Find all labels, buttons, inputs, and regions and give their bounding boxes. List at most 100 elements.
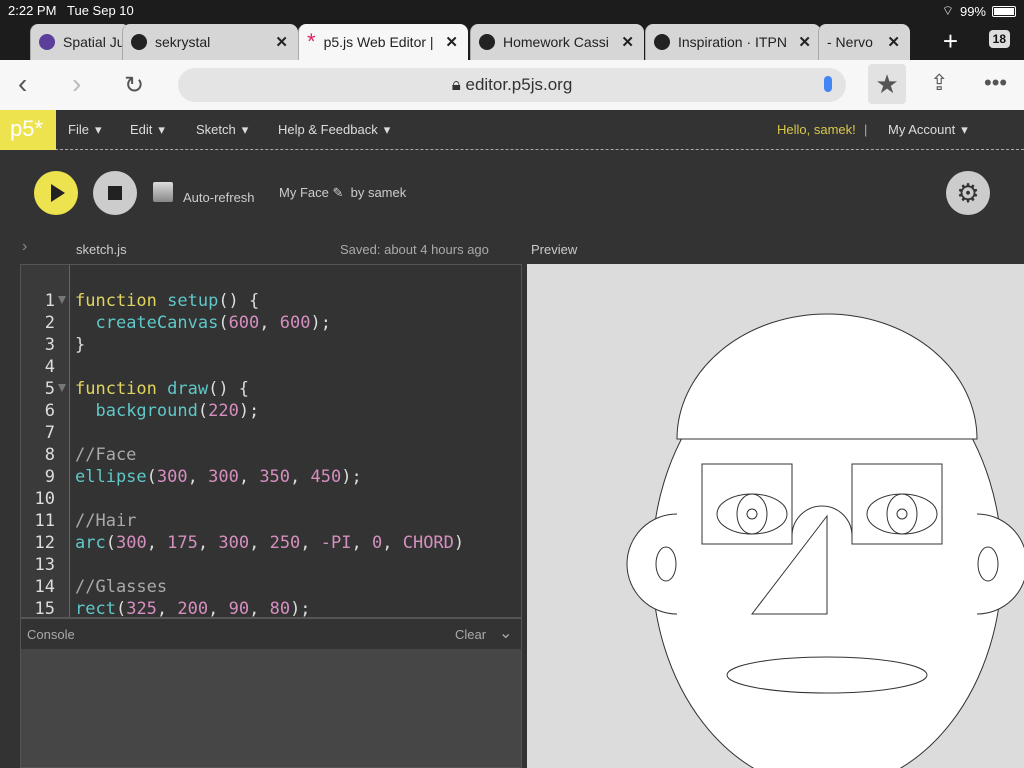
right-ear-inner	[977, 546, 999, 582]
more-button[interactable]: •••	[984, 70, 1007, 96]
fold-arrow-icon[interactable]	[58, 384, 66, 392]
console-clear-button[interactable]: Clear	[455, 627, 486, 642]
my-account-menu[interactable]: My Account ▾	[888, 122, 968, 138]
code-token: 600	[279, 313, 311, 333]
code-token: ,	[197, 533, 219, 553]
code-line[interactable]: 6 background(220);	[21, 401, 521, 423]
code-token: background	[95, 401, 198, 421]
reload-button[interactable]: ↻	[124, 71, 144, 100]
code-token: ,	[208, 599, 229, 618]
console-header: Console Clear ⌄	[21, 619, 521, 649]
close-tab-icon[interactable]: ✕	[275, 33, 288, 51]
code-text: }	[75, 335, 85, 355]
code-line[interactable]: 5 function draw() {	[21, 379, 521, 401]
code-line[interactable]: 3}	[21, 335, 521, 357]
code-line[interactable]: 15 rect(325, 200, 90, 80);	[21, 599, 521, 618]
tab-homework[interactable]: Homework Cassi ✕	[470, 24, 644, 60]
code-line[interactable]: 4	[21, 357, 521, 379]
code-line[interactable]: 8 //Face	[21, 445, 521, 467]
line-number: 12	[34, 533, 55, 553]
code-text: arc(300, 175, 300, 250, -PI, 0, CHORD)	[75, 533, 464, 553]
code-line[interactable]: 11 //Hair	[21, 511, 521, 533]
code-line[interactable]: 10	[21, 489, 521, 511]
code-line[interactable]: 12 arc(300, 175, 300, 250, -PI, 0, CHORD)	[21, 533, 521, 555]
close-tab-icon[interactable]: ✕	[445, 33, 458, 51]
preview-pane	[527, 264, 1024, 768]
code-token: ,	[238, 467, 260, 487]
line-number: 5	[44, 379, 55, 399]
expand-sidebar-icon[interactable]: ›	[22, 238, 27, 256]
code-token: 200	[177, 599, 209, 618]
code-editor[interactable]: 1 function setup() {2 createCanvas(600, 6…	[20, 264, 522, 618]
tab-spatial[interactable]: Spatial Ju	[30, 24, 130, 60]
back-button[interactable]: ‹	[18, 68, 27, 100]
code-token: );	[290, 599, 311, 618]
line-number: 3	[44, 335, 55, 355]
greeting: Hello, samek!	[777, 122, 856, 137]
auto-refresh-checkbox[interactable]	[153, 182, 173, 202]
github-icon	[654, 34, 670, 50]
tab-label: Spatial Ju	[63, 34, 125, 50]
status-bar: 2:22 PM Tue Sep 10 ⌔ 99%	[0, 0, 1024, 22]
code-text: //Face	[75, 445, 136, 465]
close-tab-icon[interactable]: ✕	[798, 33, 811, 51]
bookmark-star-button[interactable]: ★	[868, 64, 906, 104]
tab-sekrystal[interactable]: sekrystal ✕	[122, 24, 298, 60]
code-line[interactable]: 13	[21, 555, 521, 577]
code-token: 300	[115, 533, 147, 553]
code-token: //Face	[75, 445, 137, 465]
code-token: 600	[228, 313, 260, 333]
tab-label: p5.js Web Editor |	[323, 34, 434, 50]
close-tab-icon[interactable]: ✕	[887, 33, 900, 51]
share-button[interactable]: ⇪	[930, 70, 948, 96]
line-number: 11	[34, 511, 55, 531]
play-button[interactable]	[34, 171, 78, 215]
url-field[interactable]: 🔒︎ editor.p5js.org	[178, 68, 846, 102]
close-tab-icon[interactable]: ✕	[621, 33, 634, 51]
new-tab-button[interactable]: +	[943, 26, 958, 57]
status-time: 2:22 PM Tue Sep 10	[8, 3, 134, 18]
forward-button[interactable]: ›	[72, 68, 81, 100]
code-token: (	[197, 401, 209, 421]
menu-edit[interactable]: Edit ▾	[130, 122, 165, 138]
pencil-icon[interactable]: ✎	[332, 185, 343, 200]
line-number: 7	[44, 423, 55, 443]
line-number: 9	[44, 467, 55, 487]
tab-label: Homework Cassi	[503, 34, 609, 50]
code-token: //Hair	[75, 511, 137, 531]
collapse-chevron-icon[interactable]: ⌄	[499, 623, 512, 643]
code-line[interactable]: 14 //Glasses	[21, 577, 521, 599]
saved-status: Saved: about 4 hours ago	[340, 242, 489, 257]
tab-inspiration[interactable]: Inspiration · ITPN ✕	[645, 24, 821, 60]
fold-arrow-icon[interactable]	[58, 296, 66, 304]
code-token: (	[218, 313, 229, 333]
code-token: -PI	[320, 533, 352, 553]
code-token: ,	[249, 599, 270, 618]
menu-help[interactable]: Help & Feedback ▾	[278, 122, 390, 138]
code-line[interactable]: 9 ellipse(300, 300, 350, 450);	[21, 467, 521, 489]
code-line[interactable]: 2 createCanvas(600, 600);	[21, 313, 521, 335]
sketch-name-text: My Face	[279, 185, 329, 200]
menu-sketch[interactable]: Sketch ▾	[196, 122, 248, 138]
sketch-canvas	[626, 313, 1024, 768]
code-token: 80	[269, 599, 291, 618]
menu-label: Sketch	[196, 122, 236, 137]
stop-button[interactable]	[93, 171, 137, 215]
tab-nervo[interactable]: - Nervo ✕	[818, 24, 910, 60]
mic-icon[interactable]	[824, 76, 832, 92]
settings-gear-button[interactable]: ⚙	[946, 171, 990, 215]
code-line[interactable]: 1 function setup() {	[21, 291, 521, 313]
p5-logo[interactable]: p5*	[0, 110, 56, 150]
code-text: function setup() {	[75, 291, 259, 311]
code-line[interactable]: 7	[21, 423, 521, 445]
line-number: 14	[34, 577, 55, 597]
sketch-name[interactable]: My Face ✎ by samek	[279, 185, 406, 201]
tab-p5-editor[interactable]: * p5.js Web Editor | ✕	[298, 24, 468, 60]
tab-count-button[interactable]: 18	[988, 30, 1010, 48]
code-token: function	[75, 379, 168, 399]
code-token: 300	[156, 467, 188, 487]
line-number: 15	[34, 599, 55, 618]
menu-file[interactable]: File ▾	[68, 122, 101, 138]
